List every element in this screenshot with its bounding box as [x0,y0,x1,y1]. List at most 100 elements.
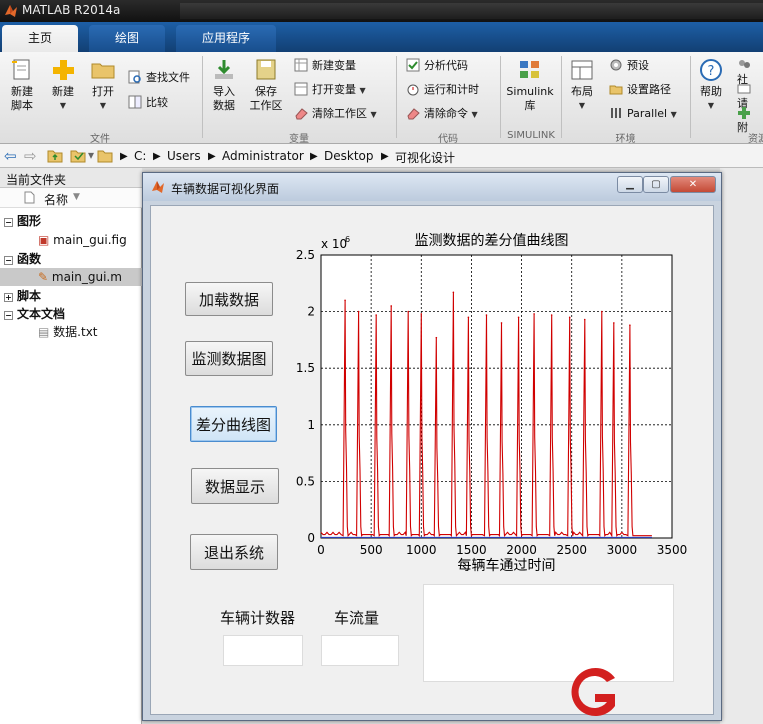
import-data-button[interactable]: 导入 数据 [206,58,242,113]
y-exponent-power: 6 [345,235,350,244]
layout-button[interactable]: 布局 ▼ [564,58,600,113]
browse-folder-icon[interactable] [70,148,86,163]
open-variable-label: 打开变量 [312,83,356,96]
peak-point [420,313,423,315]
y-tick-label: 2.5 [296,248,315,262]
traffic-flow-field[interactable] [321,635,399,666]
breadcrumb-item[interactable]: Users [167,149,201,163]
file-item-selected[interactable]: ✎ main_gui.m [0,268,142,286]
tab-home[interactable]: 主页 [2,25,79,52]
tree-group-figures[interactable]: − 图形 [4,212,41,230]
peak-point [390,305,392,307]
new-script-label: 新建 脚本 [11,85,33,112]
save-workspace-button[interactable]: 保存 工作区 [247,58,285,113]
new-variable-button[interactable]: 新建变量 [294,58,356,73]
address-bar: ⇦ ⇨ ▾ ▶ C: ▶ Users ▶ Administrator ▶ Des… [0,144,763,168]
stopwatch-icon [407,84,419,96]
group-label-simulink: SIMULINK [507,130,555,141]
preferences-button[interactable]: 预设 [609,58,649,73]
x-tick-label: 3000 [607,543,638,557]
data-display-button[interactable]: 数据显示 [191,468,279,504]
analyze-code-icon [406,58,420,72]
peak-point [601,310,603,313]
dropdown-arrow-icon[interactable]: ▾ [88,148,94,162]
parallel-button[interactable]: Parallel ▼ [609,106,677,122]
name-column-header[interactable]: 名称 ▼ [0,188,142,208]
breadcrumb-item[interactable]: C: [134,149,146,163]
layout-dropdown-arrow: ▼ [578,101,586,110]
x-tick-label: 1000 [406,543,437,557]
load-data-button[interactable]: 加载数据 [185,282,273,316]
tree-group-label: 图形 [17,214,42,228]
maximize-button[interactable]: ▢ [643,176,669,193]
run-and-time-button[interactable]: 运行和计时 [406,82,479,97]
ribbon-separator [202,56,203,138]
new-script-icon [12,59,30,80]
simulink-library-label: Simulink 库 [506,85,554,112]
collapse-toggle-icon[interactable]: − [4,218,13,227]
find-files-button[interactable]: 查找文件 [128,70,190,85]
folder-icon [91,63,115,79]
breadcrumb-separator: ▶ [120,151,128,162]
clear-workspace-button[interactable]: 清除工作区 ▼ [294,106,377,122]
peak-point [357,310,360,313]
traffic-flow-label: 车流量 [334,609,380,627]
peak-point [375,314,377,316]
peak-point [613,322,615,324]
up-folder-icon[interactable] [47,148,63,163]
compare-button[interactable]: 比较 [128,95,168,110]
import-data-label: 导入 数据 [213,85,235,112]
compare-label: 比较 [146,96,168,109]
open-variable-button[interactable]: 打开变量 ▼ [294,82,366,98]
analyze-code-label: 分析代码 [424,59,468,72]
exit-system-button[interactable]: 退出系统 [190,534,278,570]
layout-label: 布局 [571,85,593,98]
collapse-toggle-icon[interactable]: − [4,256,13,265]
ribbon-separator [561,56,562,138]
collapse-toggle-icon[interactable]: − [4,311,13,320]
peak-point [485,314,488,316]
group-label-resources: 资源 [748,134,763,145]
difference-curve-button[interactable]: 差分曲线图 [190,406,277,442]
clear-commands-button[interactable]: 清除命令 ▼ [406,106,478,122]
watermark-logo-icon [571,668,615,716]
file-item[interactable]: ▣ main_gui.fig [38,231,127,249]
set-path-button[interactable]: 设置路径 [609,82,671,97]
vehicle-counter-label: 车辆计数器 [220,609,296,627]
tab-plots[interactable]: 绘图 [89,25,166,52]
simulink-library-button[interactable]: Simulink 库 [503,58,557,113]
peak-point [407,310,410,313]
x-tick-label: 500 [360,543,383,557]
breadcrumb-item[interactable]: Administrator [222,149,304,163]
tree-group-text-documents[interactable]: − 文本文档 [4,305,65,323]
back-arrow-icon[interactable]: ⇦ [4,147,17,165]
tree-group-scripts[interactable]: + 脚本 [4,287,41,305]
peak-point [533,313,535,315]
background-workspace [720,168,763,724]
close-button[interactable]: ✕ [670,176,716,193]
tab-apps[interactable]: 应用程序 [176,25,277,52]
new-script-button[interactable]: 新建 脚本 [4,58,40,113]
clear-commands-label: 清除命令 [424,107,468,120]
minimize-button[interactable]: ▁ [617,176,643,193]
monitor-data-plot-button[interactable]: 监测数据图 [185,341,273,376]
set-path-label: 设置路径 [627,83,671,96]
help-button[interactable]: ? 帮助 ▼ [693,58,729,113]
current-folder-header: 当前文件夹 [0,168,142,188]
save-workspace-label: 保存 工作区 [249,85,283,112]
gui-title-bar[interactable]: 车辆数据可视化界面 ▁ ▢ ✕ [143,173,721,201]
breadcrumb-item[interactable]: Desktop [324,149,374,163]
vehicle-counter-field[interactable] [223,635,303,666]
file-item[interactable]: ▤ 数据.txt [38,323,98,341]
analyze-code-button[interactable]: 分析代码 [406,58,468,73]
new-button[interactable]: 新建 ▼ [46,58,80,113]
tree-group-functions[interactable]: − 函数 [4,250,41,268]
forward-arrow-icon[interactable]: ⇨ [24,147,37,165]
clear-workspace-label: 清除工作区 [312,107,367,120]
breadcrumb-item[interactable]: 可视化设计 [395,149,455,166]
clear-commands-dropdown-arrow: ▼ [471,110,478,119]
open-button[interactable]: 打开 ▼ [86,58,120,113]
expand-toggle-icon[interactable]: + [4,293,13,302]
difference-chart: 0 500 1000 1500 2000 2500 3000 3500 0 0.5 1 1.5 2 2.5… [296,233,687,574]
community-icon [739,60,750,68]
